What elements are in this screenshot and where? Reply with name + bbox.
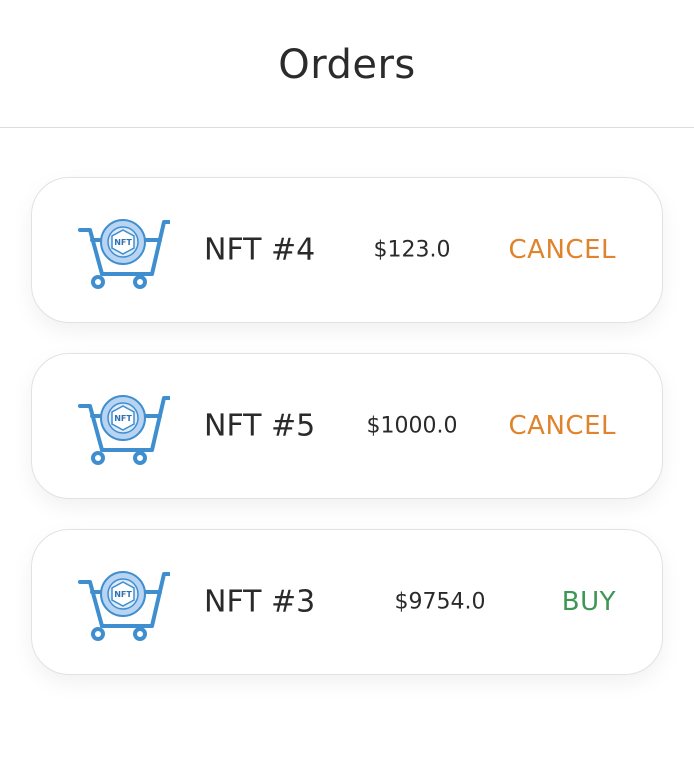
cancel-button[interactable]: CANCEL	[509, 411, 616, 441]
order-name: NFT #4	[204, 232, 316, 268]
page-title: Orders	[278, 41, 416, 88]
nft-cart-icon: NFT	[78, 395, 170, 465]
order-price: $123.0	[373, 237, 451, 263]
cancel-button[interactable]: CANCEL	[509, 235, 616, 265]
nft-label: NFT	[114, 590, 132, 599]
order-price: $9754.0	[394, 589, 486, 615]
buy-button[interactable]: BUY	[562, 587, 616, 617]
nft-label: NFT	[114, 238, 132, 247]
order-price: $1000.0	[366, 413, 458, 439]
order-name: NFT #5	[204, 408, 316, 444]
nft-cart-icon: NFT	[78, 219, 170, 289]
order-card: NFT NFT #4 $123.0 CANCEL	[31, 177, 663, 323]
order-card: NFT NFT #5 $1000.0 CANCEL	[31, 353, 663, 499]
order-name: NFT #3	[204, 584, 316, 620]
nft-label: NFT	[114, 414, 132, 423]
order-card: NFT NFT #3 $9754.0 BUY	[31, 529, 663, 675]
nft-cart-icon: NFT	[78, 571, 170, 641]
page-header: Orders	[0, 0, 694, 128]
